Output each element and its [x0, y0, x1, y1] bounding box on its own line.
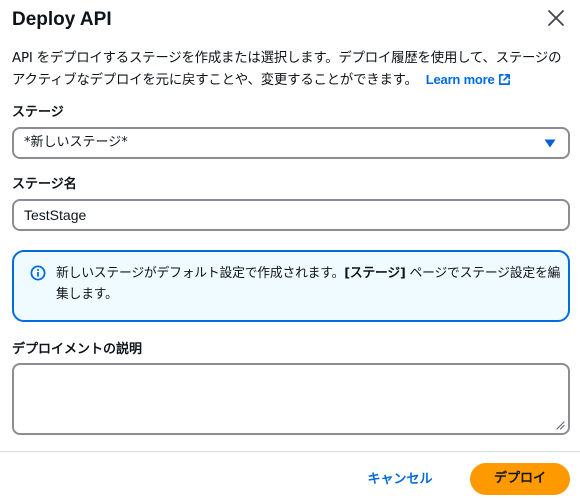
modal-description: API をデプロイするステージを作成または選択します。デプロイ履歴を使用して、ス… — [12, 48, 572, 91]
footer-divider — [0, 451, 580, 452]
learn-more-label: Learn more — [425, 72, 495, 87]
stage-select-value: *新しいステージ* — [24, 135, 128, 150]
resize-grip-icon[interactable] — [556, 421, 565, 430]
stage-name-value: TestStage — [24, 207, 87, 223]
modal-title: Deploy API — [12, 9, 112, 30]
info-icon — [30, 265, 46, 281]
alert-text-before: 新しいステージがデフォルト設定で作成されます。 — [56, 266, 345, 281]
external-link-icon — [498, 74, 510, 85]
close-icon — [548, 10, 564, 26]
learn-more-link[interactable]: Learn more — [426, 72, 511, 87]
info-alert-text: 新しいステージがデフォルト設定で作成されます。[ステージ] ページでステージ設定… — [56, 263, 561, 305]
deploy-button[interactable]: デプロイ — [470, 463, 570, 495]
stage-name-label: ステージ名 — [12, 177, 77, 192]
stage-name-input[interactable]: TestStage — [12, 199, 570, 231]
info-alert: 新しいステージがデフォルト設定で作成されます。[ステージ] ページでステージ設定… — [12, 250, 570, 322]
cancel-button[interactable]: キャンセル — [352, 464, 448, 496]
deploy-api-modal: Deploy API API をデプロイするステージを作成または選択します。デプ… — [0, 0, 580, 498]
close-button[interactable] — [544, 6, 568, 30]
caret-down-icon — [544, 139, 556, 148]
alert-stage-emphasis: [ステージ] — [344, 266, 406, 281]
stage-select[interactable]: *新しいステージ* — [12, 127, 570, 159]
stage-label: ステージ — [12, 105, 64, 120]
deployment-description-label: デプロイメントの説明 — [12, 342, 143, 357]
deployment-description-textarea[interactable] — [12, 363, 570, 435]
